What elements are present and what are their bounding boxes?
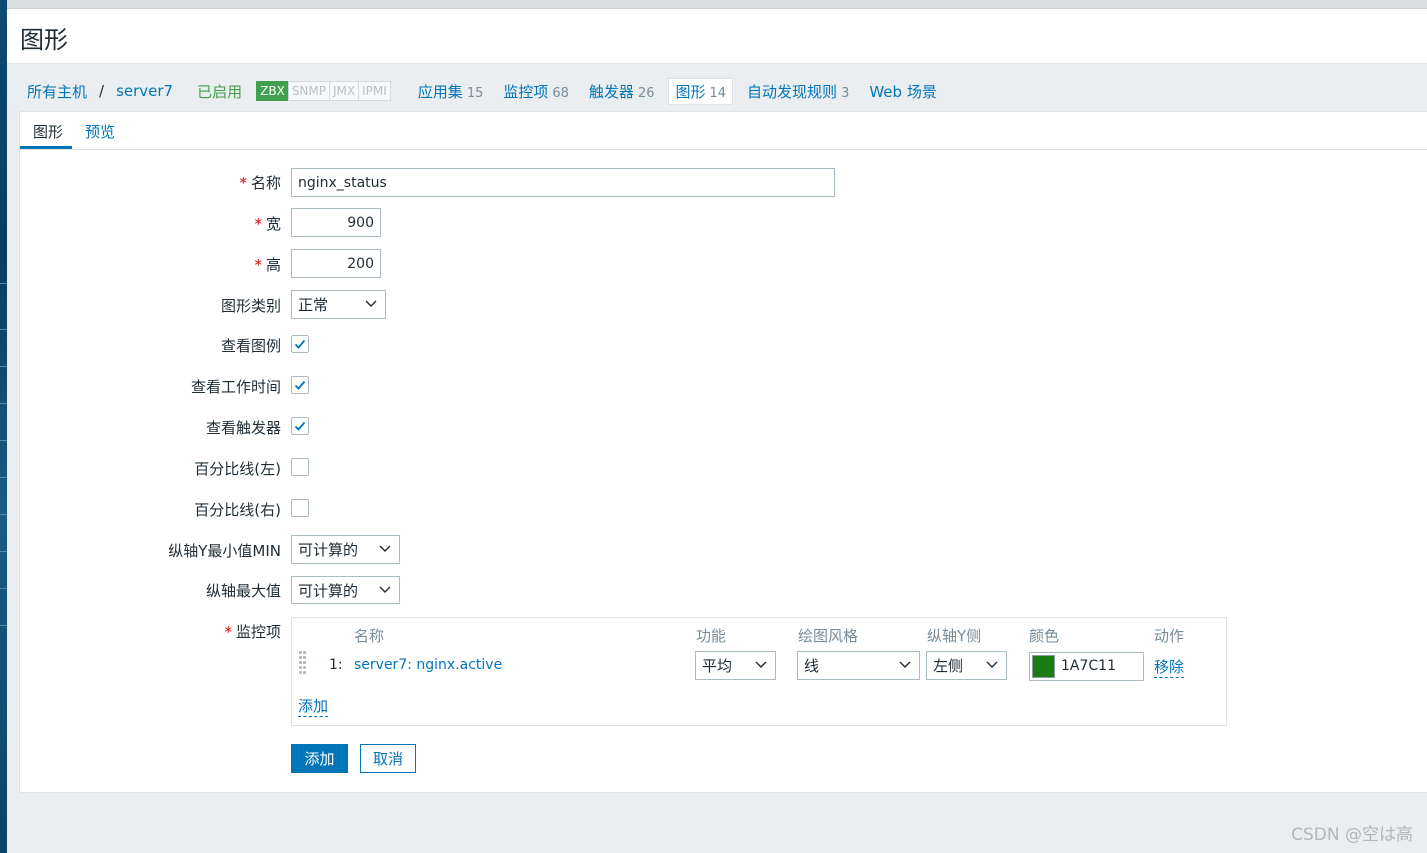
tab-graph[interactable]: 图形 bbox=[33, 121, 63, 142]
name-input[interactable]: nginx_status bbox=[291, 168, 835, 197]
col-header-name: 名称 bbox=[354, 627, 385, 645]
graph-type-label: 图形类别 bbox=[220, 297, 281, 315]
add-item-link[interactable]: 添加 bbox=[298, 695, 329, 717]
ymax-label: 纵轴最大值 bbox=[205, 582, 281, 600]
tab-discovery-rules[interactable]: 自动发现规则 3 bbox=[741, 78, 855, 105]
height-input[interactable]: 200 bbox=[291, 249, 381, 278]
item-draw-style-select[interactable]: 线 bbox=[797, 651, 920, 680]
badge-snmp: SNMP bbox=[287, 81, 330, 101]
col-header-action: 动作 bbox=[1154, 627, 1185, 645]
tab-web-scenarios[interactable]: Web 场景 bbox=[863, 78, 942, 105]
height-label: * 高 bbox=[254, 256, 281, 274]
ymax-select[interactable]: 可计算的 bbox=[291, 576, 400, 604]
ymin-select[interactable]: 可计算的 bbox=[291, 535, 400, 564]
page-title: 图形 bbox=[20, 26, 68, 54]
item-function-select[interactable]: 平均 bbox=[695, 651, 776, 680]
chevron-down-icon bbox=[755, 656, 767, 672]
chevron-down-icon bbox=[379, 581, 391, 597]
breadcrumb-host[interactable]: server7 bbox=[116, 82, 173, 100]
chevron-down-icon bbox=[986, 656, 998, 672]
breadcrumb-all-hosts[interactable]: 所有主机 bbox=[27, 81, 87, 102]
item-function-value: 平均 bbox=[702, 657, 733, 675]
host-tabs: 应用集 15 监控项 68 触发器 26 图形 14 自动发现规则 3 Web 场景 bbox=[412, 77, 951, 105]
item-draw-style-value: 线 bbox=[804, 657, 820, 675]
page-header: 图形 bbox=[7, 9, 1427, 64]
ymin-label: 纵轴Y最小值MIN bbox=[168, 542, 281, 560]
breadcrumb-separator: / bbox=[99, 82, 105, 100]
ymin-value: 可计算的 bbox=[298, 541, 359, 559]
host-status[interactable]: 已启用 bbox=[197, 81, 242, 102]
percentile-left-label: 百分比线(左) bbox=[194, 460, 281, 478]
item-index: 1: bbox=[329, 657, 343, 673]
tab-graphs[interactable]: 图形 14 bbox=[668, 77, 734, 105]
browser-top-edge bbox=[7, 0, 1427, 9]
col-header-function: 功能 bbox=[696, 627, 727, 645]
graph-type-select[interactable]: 正常 bbox=[291, 290, 386, 319]
checkmark-icon bbox=[294, 339, 306, 349]
item-name-link[interactable]: server7: nginx.active bbox=[354, 657, 502, 673]
item-color-input[interactable]: 1A7C11 bbox=[1029, 652, 1144, 681]
tab-preview[interactable]: 预览 bbox=[85, 121, 115, 142]
item-color-value: 1A7C11 bbox=[1061, 658, 1116, 674]
percentile-left-checkbox[interactable] bbox=[291, 458, 309, 476]
col-header-color: 颜色 bbox=[1029, 627, 1060, 645]
graph-items-table: 名称 功能 绘图风格 纵轴Y侧 颜色 动作 1: server7: nginx.… bbox=[291, 617, 1227, 726]
active-tab-indicator bbox=[20, 146, 72, 149]
item-y-axis-side-select[interactable]: 左侧 bbox=[926, 651, 1007, 680]
width-input[interactable]: 900 bbox=[291, 208, 381, 237]
col-header-draw-style: 绘图风格 bbox=[798, 627, 859, 645]
tab-applications[interactable]: 应用集 15 bbox=[412, 78, 490, 105]
show-triggers-label: 查看触发器 bbox=[205, 419, 281, 437]
cancel-button[interactable]: 取消 bbox=[360, 744, 416, 773]
graph-type-value: 正常 bbox=[298, 296, 329, 314]
badge-jmx: JMX bbox=[329, 81, 360, 101]
chevron-down-icon bbox=[365, 295, 377, 311]
item-y-axis-side-value: 左侧 bbox=[933, 657, 964, 675]
availability-badges: ZBX SNMP JMX IPMI bbox=[256, 81, 391, 101]
width-label: * 宽 bbox=[254, 215, 281, 233]
chevron-down-icon bbox=[899, 656, 911, 672]
checkmark-icon bbox=[294, 380, 306, 390]
show-legend-checkbox[interactable] bbox=[291, 335, 309, 353]
add-button[interactable]: 添加 bbox=[291, 744, 348, 773]
host-navigation: 所有主机 / server7 已启用 ZBX SNMP JMX IPMI 应用集… bbox=[27, 77, 951, 105]
tab-triggers[interactable]: 触发器 26 bbox=[583, 78, 661, 105]
badge-zbx: ZBX bbox=[256, 81, 289, 101]
checkmark-icon bbox=[294, 421, 306, 431]
show-triggers-checkbox[interactable] bbox=[291, 417, 309, 435]
left-sidebar-strip bbox=[0, 0, 7, 853]
color-swatch[interactable] bbox=[1032, 655, 1055, 678]
show-legend-label: 查看图例 bbox=[220, 337, 281, 355]
chevron-down-icon bbox=[379, 540, 391, 556]
item-remove-link[interactable]: 移除 bbox=[1154, 656, 1185, 678]
show-working-time-checkbox[interactable] bbox=[291, 376, 309, 394]
percentile-right-label: 百分比线(右) bbox=[194, 501, 281, 519]
col-header-y-axis-side: 纵轴Y侧 bbox=[927, 627, 982, 645]
watermark: CSDN @空は高 bbox=[1291, 825, 1413, 845]
badge-ipmi: IPMI bbox=[358, 81, 391, 101]
drag-handle-icon[interactable] bbox=[299, 651, 307, 675]
name-label: * 名称 bbox=[239, 174, 281, 192]
show-working-time-label: 查看工作时间 bbox=[190, 378, 281, 396]
graph-form-card: 图形 预览 * 名称 nginx_status * 宽 900 * 高 200 图形类… bbox=[19, 111, 1427, 793]
form-tabs: 图形 预览 bbox=[20, 112, 1427, 150]
items-label: * 监控项 bbox=[224, 623, 281, 641]
ymax-value: 可计算的 bbox=[298, 581, 359, 600]
tab-items[interactable]: 监控项 68 bbox=[497, 78, 575, 105]
percentile-right-checkbox[interactable] bbox=[291, 499, 309, 517]
